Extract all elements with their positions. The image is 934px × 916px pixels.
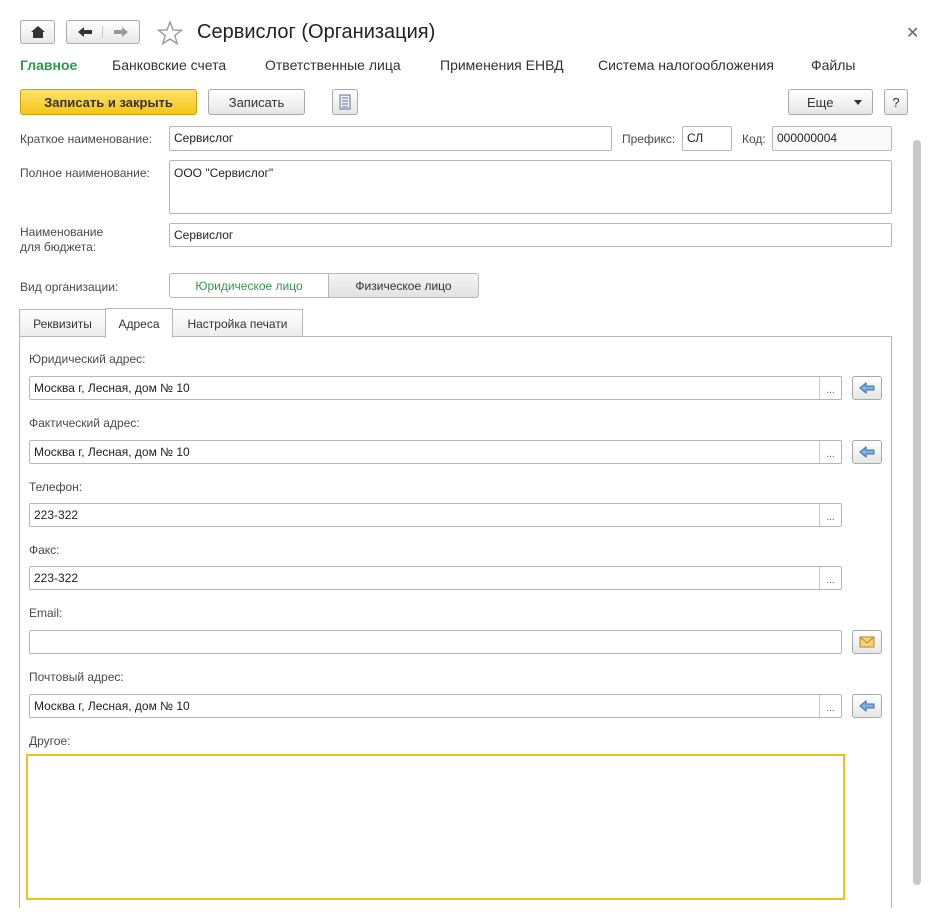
fill-arrow-icon — [859, 382, 875, 394]
budget-name-label-line1: Наименование — [20, 225, 104, 239]
star-icon — [156, 20, 184, 46]
postal-address-fill-button[interactable] — [852, 694, 882, 718]
send-email-button[interactable] — [852, 630, 882, 654]
org-type-legal-entity[interactable]: Юридическое лицо — [169, 273, 329, 298]
tab-tax-system[interactable]: Система налогообложения — [598, 57, 774, 73]
tab-print-settings[interactable]: Настройка печати — [172, 309, 303, 337]
chevron-down-icon — [854, 99, 862, 105]
more-label: Еще — [807, 94, 834, 110]
forward-button[interactable] — [103, 26, 139, 38]
phone-value: 223-322 — [34, 508, 79, 522]
legal-address-label: Юридический адрес: — [29, 352, 146, 366]
short-name-label: Краткое наименование: — [20, 132, 153, 146]
postal-address-field[interactable]: Москва г, Лесная, дом № 10 ... — [29, 694, 842, 718]
other-textarea[interactable] — [26, 754, 845, 900]
tab-bank-accounts[interactable]: Банковские счета — [112, 57, 226, 73]
budget-name-field[interactable]: Сервислог — [169, 223, 892, 247]
home-icon — [30, 26, 45, 38]
full-name-label: Полное наименование: — [20, 166, 150, 180]
help-button[interactable]: ? — [884, 89, 908, 115]
scrollbar-track[interactable] — [912, 126, 922, 906]
actual-address-label: Фактический адрес: — [29, 416, 140, 430]
fax-field[interactable]: 223-322 ... — [29, 566, 842, 590]
legal-address-fill-button[interactable] — [852, 376, 882, 400]
tab-requisites[interactable]: Реквизиты — [19, 309, 106, 337]
actual-address-fill-button[interactable] — [852, 440, 882, 464]
back-arrow-icon — [77, 27, 92, 37]
close-icon[interactable]: ✕ — [906, 23, 919, 43]
legal-address-field[interactable]: Москва г, Лесная, дом № 10 ... — [29, 376, 842, 400]
favorite-button[interactable] — [156, 20, 184, 46]
full-name-field[interactable]: ООО "Сервислог" — [169, 160, 892, 214]
legal-address-select-button[interactable]: ... — [819, 377, 841, 399]
prefix-field[interactable]: СЛ — [682, 126, 732, 151]
actual-address-select-button[interactable]: ... — [819, 441, 841, 463]
home-button[interactable] — [20, 20, 55, 44]
phone-field[interactable]: 223-322 ... — [29, 503, 842, 527]
budget-name-label-line2: для бюджета: — [20, 240, 97, 254]
fax-select-button[interactable]: ... — [819, 567, 841, 589]
tab-main[interactable]: Главное — [20, 57, 77, 73]
actual-address-value: Москва г, Лесная, дом № 10 — [34, 445, 190, 459]
fill-arrow-icon — [859, 700, 875, 712]
email-field[interactable] — [29, 630, 842, 654]
phone-label: Телефон: — [29, 480, 83, 494]
forward-arrow-icon — [114, 27, 128, 37]
code-field[interactable]: 000000004 — [772, 126, 892, 151]
history-nav — [66, 20, 140, 44]
tab-envd[interactable]: Применения ЕНВД — [440, 57, 564, 73]
postal-address-label: Почтовый адрес: — [29, 670, 124, 684]
report-icon — [339, 94, 351, 110]
tab-files[interactable]: Файлы — [811, 57, 855, 73]
email-label: Email: — [29, 606, 63, 620]
other-label: Другое: — [29, 734, 71, 748]
back-button[interactable] — [67, 26, 103, 38]
short-name-field[interactable]: Сервислог — [169, 126, 612, 151]
actual-address-field[interactable]: Москва г, Лесная, дом № 10 ... — [29, 440, 842, 464]
fax-label: Факс: — [29, 543, 60, 557]
fax-value: 223-322 — [34, 571, 79, 585]
postal-address-value: Москва г, Лесная, дом № 10 — [34, 699, 190, 713]
page-title: Сервислог (Организация) — [197, 21, 436, 43]
legal-address-value: Москва г, Лесная, дом № 10 — [34, 381, 190, 395]
code-label: Код: — [742, 132, 766, 146]
org-type-label: Вид организации: — [20, 280, 119, 294]
save-and-close-button[interactable]: Записать и закрыть — [20, 89, 197, 115]
fill-arrow-icon — [859, 446, 875, 458]
scrollbar-thumb[interactable] — [913, 140, 921, 885]
save-button[interactable]: Записать — [208, 89, 305, 115]
envelope-icon — [859, 636, 875, 648]
more-button[interactable]: Еще — [788, 89, 873, 115]
org-type-individual[interactable]: Физическое лицо — [328, 273, 479, 298]
tab-addresses[interactable]: Адреса — [105, 308, 173, 338]
phone-select-button[interactable]: ... — [819, 504, 841, 526]
tab-responsible-persons[interactable]: Ответственные лица — [265, 57, 401, 73]
report-button[interactable] — [332, 89, 358, 115]
postal-address-select-button[interactable]: ... — [819, 695, 841, 717]
prefix-label: Префикс: — [622, 132, 676, 146]
